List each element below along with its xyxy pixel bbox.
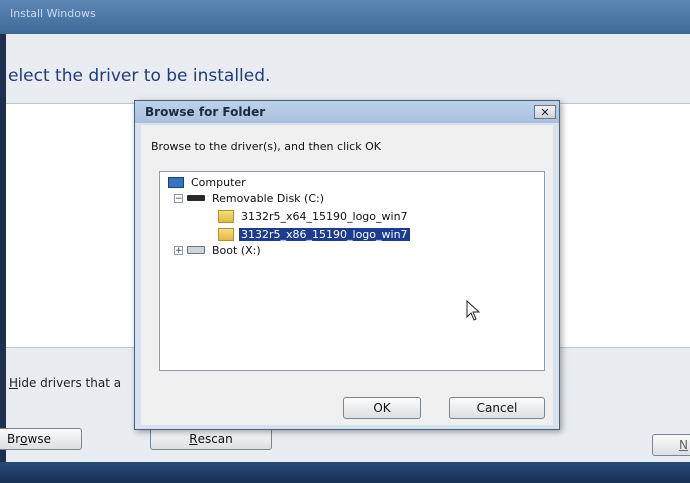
collapse-icon[interactable]: −: [174, 193, 183, 203]
tree-item-boot[interactable]: + Boot (X:): [174, 242, 263, 258]
installer-heading: elect the driver to be installed.: [8, 66, 271, 86]
dialog-instruction: Browse to the driver(s), and then click …: [151, 140, 381, 153]
tree-item-label: 3132r5_x64_15190_logo_win7: [241, 209, 408, 223]
computer-icon: [168, 176, 184, 188]
browse-button[interactable]: Br o wse: [0, 428, 82, 450]
dialog-title: Browse for Folder: [145, 105, 266, 119]
browse-label-start: Br: [7, 432, 21, 446]
hide-drivers-checkbox-label[interactable]: Hide drivers that a: [9, 376, 139, 390]
tree-item-computer[interactable]: Computer: [168, 174, 248, 190]
close-button[interactable]: ✕: [534, 105, 556, 119]
installer-title: Install Windows: [10, 7, 96, 20]
rescan-label: escan: [197, 432, 233, 446]
tree-item-label: Removable Disk (C:): [212, 191, 325, 205]
removable-disk-icon: [187, 195, 205, 201]
rescan-accesskey: R: [189, 432, 198, 446]
next-button[interactable]: N: [652, 434, 690, 456]
mouse-pointer-icon: [466, 300, 481, 321]
cancel-label: Cancel: [476, 401, 518, 415]
dialog-titlebar[interactable]: Browse for Folder ✕: [135, 101, 559, 123]
browse-label-end: wse: [27, 432, 51, 446]
tree-item-label: Boot (X:): [212, 243, 261, 257]
next-label: N: [679, 438, 688, 452]
cancel-button[interactable]: Cancel: [449, 397, 545, 419]
folder-tree[interactable]: Computer − Removable Disk (C:) 3132r5_x6…: [159, 171, 545, 371]
tree-item-removable-disk[interactable]: − Removable Disk (C:): [174, 190, 326, 206]
ok-button[interactable]: OK: [343, 397, 421, 419]
installer-titlebar: Install Windows: [0, 0, 690, 34]
tree-item-label: Computer: [191, 175, 246, 189]
browse-accesskey: o: [20, 432, 28, 446]
browse-for-folder-dialog: Browse for Folder ✕ Browse to the driver…: [134, 100, 560, 430]
taskbar: [0, 462, 690, 483]
hide-drivers-accesskey: H: [9, 376, 19, 390]
close-icon: ✕: [540, 106, 550, 119]
ok-label: OK: [373, 401, 391, 415]
tree-item-label-selected: 3132r5_x86_15190_logo_win7: [239, 227, 410, 241]
rescan-button[interactable]: Rescan: [150, 428, 272, 450]
tree-item-folder-x64[interactable]: 3132r5_x64_15190_logo_win7: [218, 208, 410, 224]
folder-icon: [218, 227, 234, 241]
expand-icon[interactable]: +: [174, 245, 183, 255]
folder-icon: [218, 209, 234, 223]
boot-drive-icon: [187, 246, 205, 254]
hide-drivers-text: ide drivers that a: [18, 376, 122, 390]
tree-item-folder-x86[interactable]: 3132r5_x86_15190_logo_win7: [218, 226, 410, 242]
